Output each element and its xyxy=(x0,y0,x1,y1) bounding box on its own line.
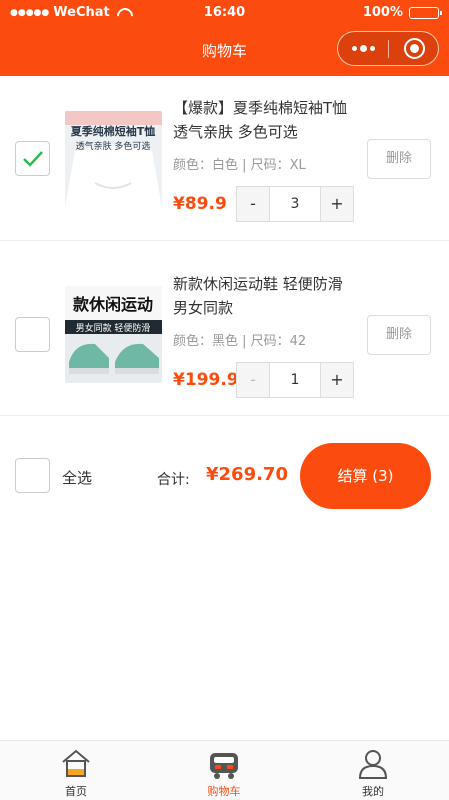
tab-bar: 首页 购物车 我的 xyxy=(0,740,449,800)
product-image[interactable]: 夏季纯棉短袖T恤 透气亲肤 多色可选 xyxy=(65,111,162,208)
thumb-caption-1: 款休闲运动 xyxy=(73,295,153,314)
thumb-caption-2: 透气亲肤 多色可选 xyxy=(76,140,151,152)
delete-button[interactable]: 删除 xyxy=(367,315,431,355)
tab-cart[interactable]: 购物车 xyxy=(179,741,269,800)
product-title[interactable]: 【爆款】夏季纯棉短袖T恤 透气亲肤 多色可选 xyxy=(173,96,358,144)
user-icon xyxy=(358,750,388,779)
quantity-value[interactable]: 3 xyxy=(270,186,320,222)
capsule-divider xyxy=(388,40,389,58)
quantity-stepper: - 3 + xyxy=(236,186,354,222)
tab-profile[interactable]: 我的 xyxy=(328,741,418,800)
close-mini-program-icon[interactable] xyxy=(404,38,425,59)
status-right: 100% xyxy=(362,5,442,20)
checkmark-icon xyxy=(23,151,43,167)
select-all-label[interactable]: 全选 xyxy=(62,467,92,488)
cart-item: 款休闲运动 男女同款 轻便防滑 新款休闲运动鞋 轻便防滑 男女同款 颜色：黑色 … xyxy=(0,242,449,416)
product-title[interactable]: 新款休闲运动鞋 轻便防滑 男女同款 xyxy=(173,272,358,320)
tab-label: 首页 xyxy=(65,785,87,798)
total-price: ¥269.70 xyxy=(206,464,288,485)
tab-label: 我的 xyxy=(362,785,384,798)
product-price: ¥199.9 xyxy=(173,370,239,390)
tab-home[interactable]: 首页 xyxy=(31,741,121,800)
product-spec: 颜色：白色 | 尺码：XL xyxy=(173,158,306,173)
cart-summary-bar: 全选 合计: ¥269.70 结算 (3) xyxy=(0,431,449,521)
product-price: ¥89.9 xyxy=(173,194,227,214)
product-spec: 颜色：黑色 | 尺码：42 xyxy=(173,334,307,349)
item-checkbox[interactable] xyxy=(15,141,50,176)
select-all-checkbox[interactable] xyxy=(15,458,50,493)
increase-quantity-button[interactable]: + xyxy=(320,362,354,398)
decrease-quantity-button[interactable]: - xyxy=(236,362,270,398)
increase-quantity-button[interactable]: + xyxy=(320,186,354,222)
thumb-caption-1: 夏季纯棉短袖T恤 xyxy=(71,124,156,138)
cart-icon xyxy=(210,753,238,779)
item-checkbox[interactable] xyxy=(15,317,50,352)
home-icon xyxy=(62,749,90,777)
status-bar: ●●●●● WeChat 16:40 100% xyxy=(0,0,449,26)
more-menu-icon[interactable] xyxy=(338,32,389,65)
battery-icon xyxy=(409,6,442,19)
mini-program-capsule xyxy=(337,31,439,66)
total-label: 合计: xyxy=(157,472,190,488)
delete-button[interactable]: 删除 xyxy=(367,139,431,179)
checkout-button[interactable]: 结算 (3) xyxy=(300,443,431,509)
quantity-value[interactable]: 1 xyxy=(270,362,320,398)
tab-label: 购物车 xyxy=(207,785,241,798)
cart-item: 夏季纯棉短袖T恤 透气亲肤 多色可选 【爆款】夏季纯棉短袖T恤 透气亲肤 多色可… xyxy=(0,76,449,241)
decrease-quantity-button[interactable]: - xyxy=(236,186,270,222)
quantity-stepper: - 1 + xyxy=(236,362,354,398)
thumb-caption-2: 男女同款 轻便防滑 xyxy=(76,322,151,334)
battery-percent: 100% xyxy=(362,5,403,20)
product-image[interactable]: 款休闲运动 男女同款 轻便防滑 xyxy=(65,286,162,383)
top-bar: ●●●●● WeChat 16:40 100% 购物车 xyxy=(0,0,449,76)
